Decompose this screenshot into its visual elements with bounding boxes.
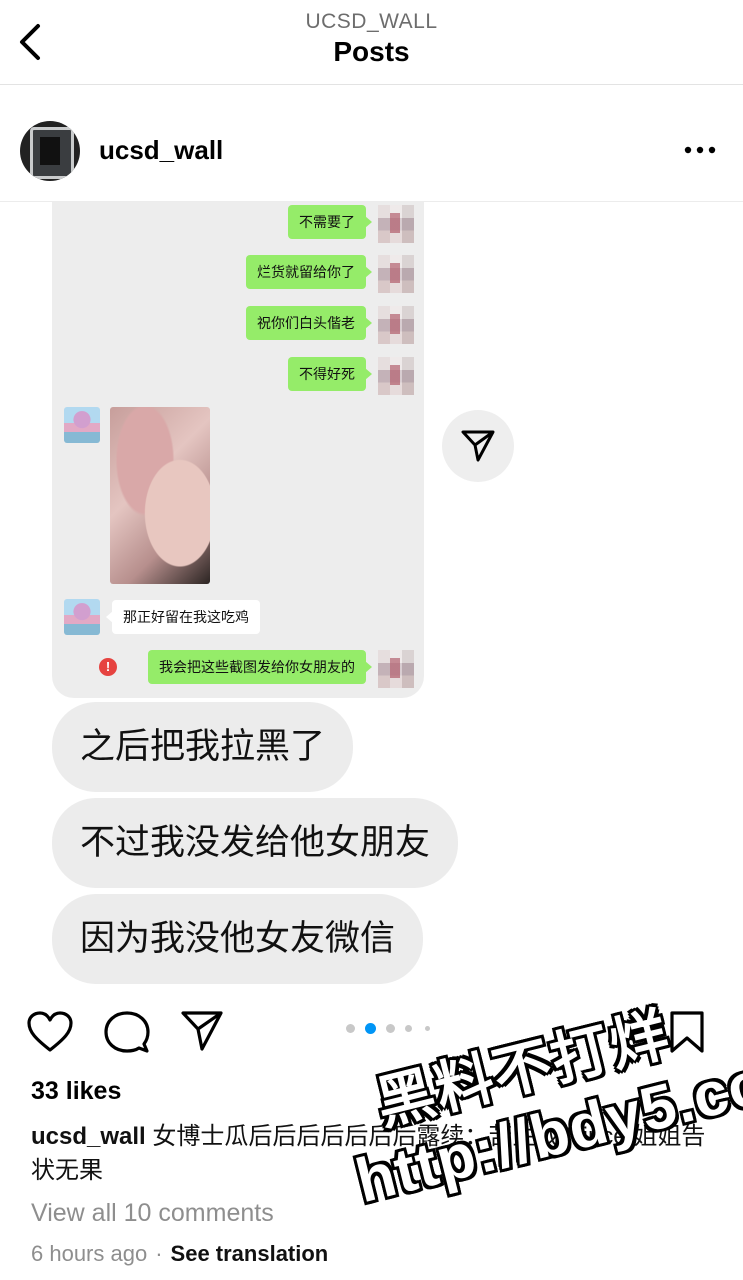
text-bubble: 之后把我拉黑了 <box>52 702 354 792</box>
receiver-avatar <box>64 407 100 443</box>
send-icon <box>461 430 495 462</box>
heart-icon[interactable] <box>26 1010 74 1054</box>
send-icon[interactable] <box>180 1010 224 1052</box>
sender-avatar <box>378 306 414 344</box>
post-header: ucsd_wall <box>0 85 743 202</box>
chat-sent-message: 烂货就留给你了 <box>246 255 372 289</box>
see-translation-link[interactable]: See translation <box>171 1241 329 1266</box>
meta-separator: · <box>155 1241 163 1266</box>
error-icon: ! <box>99 658 117 676</box>
post-meta: 6 hours ago · See translation <box>31 1241 328 1267</box>
text-bubble: 不过我没发给他女朋友 <box>52 798 459 888</box>
chat-photo <box>110 407 210 584</box>
likes-count[interactable]: 33 likes <box>31 1077 121 1106</box>
top-nav-bar: UCSD_WALL Posts <box>0 0 743 85</box>
chat-sent-message: 不得好死 <box>288 357 372 391</box>
post-username[interactable]: ucsd_wall <box>99 135 223 166</box>
chat-received-message: 那正好留在我这吃鸡 <box>106 600 260 634</box>
avatar[interactable] <box>20 121 80 181</box>
bookmark-icon[interactable] <box>668 1010 706 1054</box>
receiver-avatar <box>64 599 100 635</box>
post-media[interactable]: 不需要了 烂货就留给你了 祝你们白头偕老 不得好死 那正好留在我这吃鸡 ! 我会… <box>0 202 743 992</box>
sender-avatar <box>378 255 414 293</box>
chat-sent-message: 不需要了 <box>288 205 372 239</box>
page-title: Posts <box>333 36 410 67</box>
view-comments-link[interactable]: View all 10 comments <box>31 1199 274 1228</box>
text-bubble: 因为我没他女友微信 <box>52 894 424 984</box>
caption: ucsd_wall 女博士瓜后后后后后后后露续：苦主找 Vince 姐姐告状无果 <box>31 1120 721 1188</box>
post-time: 6 hours ago <box>31 1241 148 1266</box>
carousel-dot <box>346 1024 355 1033</box>
chat-screenshot: 不需要了 烂货就留给你了 祝你们白头偕老 不得好死 那正好留在我这吃鸡 ! 我会… <box>52 202 424 698</box>
carousel-dot <box>386 1024 395 1033</box>
carousel-dot <box>405 1025 412 1032</box>
account-name: UCSD_WALL <box>305 10 438 33</box>
share-overlay-button[interactable] <box>442 410 514 482</box>
sender-avatar <box>378 650 414 688</box>
chat-sent-message: 祝你们白头偕老 <box>246 306 372 340</box>
action-bar <box>0 1000 743 1060</box>
caption-username[interactable]: ucsd_wall <box>31 1123 146 1150</box>
chat-failed-message: 我会把这些截图发给你女朋友的 <box>148 650 372 684</box>
sender-avatar <box>378 357 414 395</box>
sender-avatar <box>378 205 414 243</box>
carousel-dot-active <box>365 1023 376 1034</box>
carousel-indicator <box>346 1022 436 1034</box>
carousel-dot <box>425 1026 430 1031</box>
comment-icon[interactable] <box>104 1010 150 1054</box>
more-options-icon[interactable] <box>683 145 717 155</box>
